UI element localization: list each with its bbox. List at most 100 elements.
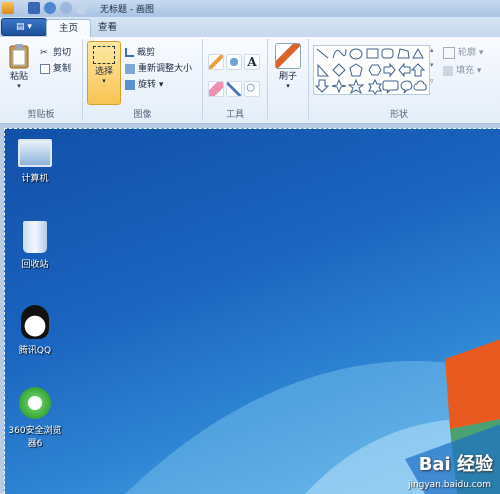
clipboard-icon [9,44,29,69]
pentagon-shape-icon [349,63,363,77]
outline-icon [443,46,455,59]
resize-icon [125,63,135,74]
canvas-area: 计算机 回收站 腾讯QQ 360安全浏览器6 Bai 经验 jingyan.ba… [0,124,500,494]
rectangle-shape-icon [366,48,379,59]
rotate-button[interactable]: 旋转 ▾ [125,77,163,90]
qq-penguin-icon [21,305,49,339]
oval-shape-icon [349,48,363,60]
outline-button[interactable]: 轮廓 ▾ [443,45,483,59]
undo-icon[interactable] [44,2,56,14]
paste-label: 粘贴 [9,72,28,82]
resize-label: 重新调整大小 [138,64,193,74]
oval-callout-shape-icon [400,80,413,94]
diamond-shape-icon [332,63,346,77]
brushes-dropdown-icon[interactable]: ▾ [272,82,304,90]
text-icon[interactable]: A [244,54,260,70]
crop-button[interactable]: 裁剪 [125,45,155,58]
cloud-callout-shape-icon [413,80,427,91]
shapes-expand-icon[interactable]: ▿ [430,77,439,92]
eraser-icon[interactable] [208,81,224,97]
window-title: 无标题 - 画图 [100,5,154,15]
select-label: 选择 [94,67,113,77]
shapes-grid [314,47,427,95]
save-icon[interactable] [28,2,40,14]
scissors-icon: ✂ [40,47,48,58]
ribbon-tabs: ▤ ▾ 主页 查看 [0,17,500,38]
fill-label: 填充 [456,66,475,76]
tab-home[interactable]: 主页 [46,19,92,38]
curve-shape-icon [332,48,347,59]
pencil-icon[interactable] [208,54,224,70]
brushes-label: 刷子 [278,72,297,82]
copy-button[interactable]: 复制 [40,61,71,74]
four-point-star-shape-icon [331,78,347,94]
windows-logo-decoration [125,339,500,494]
magnifier-icon[interactable] [244,81,260,97]
six-point-star-shape-icon [368,78,382,95]
brush-icon [275,43,301,69]
browser-360-icon [19,387,51,419]
selection-rectangle-icon [93,46,115,64]
resize-button[interactable]: 重新调整大小 [125,61,192,74]
desktop-icon-qq[interactable]: 腾讯QQ [5,305,65,356]
desktop-icon-label: 回收站 [21,260,49,270]
rounded-rectangle-shape-icon [381,48,394,59]
right-triangle-shape-icon [317,63,330,77]
paste-dropdown-icon[interactable]: ▾ [4,82,34,90]
shapes-gallery: ▴ ▾ ▿ [313,45,434,95]
computer-icon [18,139,52,167]
clipboard-group-label: 剪贴板 [27,110,55,120]
copy-icon [40,63,50,74]
shapes-scroll-up-icon[interactable]: ▴ [430,46,439,61]
baidu-watermark: Bai 经验 [418,454,493,475]
redo-icon[interactable] [60,2,72,14]
fill-button[interactable]: 填充 ▾ [443,63,481,76]
baidu-watermark-url: jingyan.baidu.com [407,480,491,490]
select-dropdown-icon[interactable]: ▾ [88,77,120,85]
color-picker-icon[interactable] [226,81,242,97]
paint-canvas[interactable]: 计算机 回收站 腾讯QQ 360安全浏览器6 Bai 经验 jingyan.ba… [4,128,500,494]
tools-group: A 工具 [203,39,268,121]
crop-label: 裁剪 [137,48,156,58]
shapes-scroll-down-icon[interactable]: ▾ [430,61,439,76]
rotate-label: 旋转 [138,80,157,90]
five-point-star-shape-icon [347,78,365,95]
customize-quick-access-icon[interactable] [77,2,85,14]
hexagon-shape-icon [368,64,382,76]
rotate-icon [125,79,135,90]
paint-menu-button[interactable]: ▤ ▾ [1,18,47,36]
title-bar: 无标题 - 画图 [0,0,500,18]
triangle-shape-icon [412,47,424,59]
select-button[interactable]: 选择 ▾ [87,41,121,105]
polygon-shape-icon [397,48,410,59]
brushes-button[interactable]: 刷子 ▾ [272,43,304,90]
paint-app-icon [2,2,14,14]
fill-icon [443,65,453,76]
left-arrow-shape-icon [398,62,411,78]
image-group-label: 图像 [133,110,152,120]
fill-bucket-icon[interactable] [226,54,242,70]
copy-label: 复制 [53,64,72,74]
cut-button[interactable]: ✂ 剪切 [40,45,72,59]
desktop-icon-label: 360安全浏览器6 [8,426,62,449]
outline-label: 轮廓 [458,48,477,58]
desktop-icon-recycle-bin[interactable]: 回收站 [5,221,65,270]
desktop-icon-computer[interactable]: 计算机 [5,139,65,184]
shapes-group-label: 形状 [389,110,408,120]
cut-label: 剪切 [53,48,72,58]
right-arrow-shape-icon [383,62,396,78]
up-arrow-shape-icon [410,63,426,77]
desktop-icon-360-browser[interactable]: 360安全浏览器6 [5,387,65,449]
clipboard-group: 粘贴 ▾ ✂ 剪切 复制 剪贴板 [0,39,83,121]
desktop-icon-label: 腾讯QQ [18,346,52,356]
brushes-group: 刷子 ▾ [268,39,309,121]
desktop-icon-label: 计算机 [21,174,49,184]
recycle-bin-icon [23,221,47,253]
crop-icon [125,48,134,57]
tools-group-label: 工具 [225,110,244,120]
tab-view[interactable]: 查看 [86,19,129,37]
line-shape-icon [316,48,329,59]
image-group: 选择 ▾ 裁剪 重新调整大小 旋转 ▾ 图像 [83,39,203,121]
down-arrow-shape-icon [314,79,330,93]
paste-button[interactable]: 粘贴 ▾ [4,43,34,90]
